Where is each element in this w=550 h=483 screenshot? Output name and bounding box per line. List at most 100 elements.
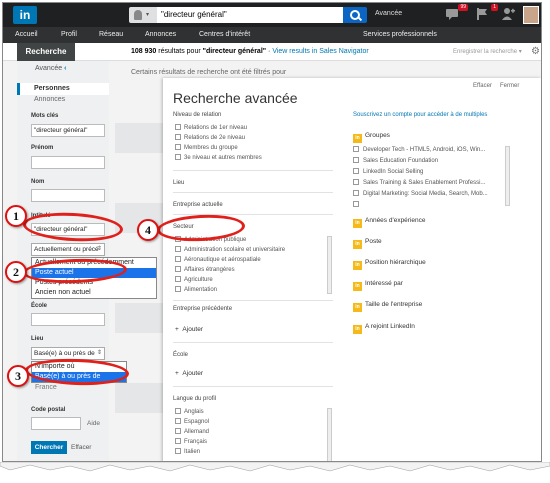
keywords-input[interactable]: "directeur général" xyxy=(31,124,105,137)
sector-checkbox[interactable]: Aéronautique et aérospatiale xyxy=(175,256,261,263)
language-checkbox[interactable]: Espagnol xyxy=(175,418,209,425)
chevron-down-icon: ⇕ xyxy=(96,350,102,356)
nav-centres-interet[interactable]: Centres d'intérêt xyxy=(199,31,250,38)
search-button[interactable] xyxy=(343,7,367,23)
groups-scrollbar[interactable] xyxy=(505,146,510,206)
relation-checkbox[interactable]: Membres du groupe xyxy=(175,144,238,151)
annotation-number-1: 1 xyxy=(5,205,27,227)
person-icon xyxy=(134,10,142,20)
save-search-link[interactable]: Enregistrer la recherche ▾ xyxy=(453,48,522,55)
group-checkbox[interactable]: Sales Education Foundation xyxy=(353,157,438,164)
lastname-label: Nom xyxy=(31,179,45,185)
advanced-search-link[interactable]: Avancée xyxy=(375,10,402,17)
nav-services-pro[interactable]: Services professionnels xyxy=(363,31,437,38)
premium-icon: in xyxy=(353,325,362,334)
premium-icon: in xyxy=(353,261,362,270)
premium-icon: in xyxy=(353,134,362,143)
nav-annonces[interactable]: Annonces xyxy=(145,31,176,38)
group-checkbox[interactable]: Developer Tech - HTML5, Android, iOS, Wi… xyxy=(353,146,485,153)
seniority-filter[interactable]: in Position hiérarchique xyxy=(353,259,426,270)
search-category-dropdown[interactable]: ▾ xyxy=(129,7,157,23)
add-past-company-button[interactable]: + Ajouter xyxy=(175,326,203,333)
school-input[interactable] xyxy=(31,313,105,326)
language-scrollbar[interactable] xyxy=(327,408,332,461)
nav-profil[interactable]: Profil xyxy=(61,31,77,38)
lastname-input[interactable] xyxy=(31,189,105,202)
advanced-search-modal: Effacer Fermer Recherche avancée Niveau … xyxy=(163,78,541,461)
group-checkbox[interactable]: Digital Marketing: Social Media, Search,… xyxy=(353,190,488,197)
language-checkbox[interactable]: Allemand xyxy=(175,428,209,435)
search-subheader: Recherche 108 930 résultats pour "direct… xyxy=(3,43,541,61)
joined-linkedin-filter[interactable]: in A rejoint LinkedIn xyxy=(353,323,415,334)
group-checkbox[interactable]: Sales Training & Sales Enablement Profes… xyxy=(353,179,485,186)
language-checkbox[interactable]: Français xyxy=(175,438,207,445)
group-checkbox[interactable]: LinkedIn Social Selling xyxy=(353,168,423,175)
help-link[interactable]: Aide xyxy=(87,420,100,427)
relation-checkbox[interactable]: Relations de 1er niveau xyxy=(175,124,247,131)
bg-result xyxy=(115,123,163,153)
nav-accueil[interactable]: Accueil xyxy=(15,31,38,38)
premium-upsell-link[interactable]: Souscrivez un compte pour accéder à de m… xyxy=(353,111,503,119)
sector-scrollbar[interactable] xyxy=(327,236,332,294)
search-input[interactable]: "directeur général" xyxy=(157,7,343,23)
add-connection-icon[interactable] xyxy=(501,7,519,23)
clear-filters-link[interactable]: Effacer xyxy=(71,444,91,451)
keywords-label: Mots clés xyxy=(31,113,59,119)
company-size-filter[interactable]: in Taille de l'entreprise xyxy=(353,301,422,312)
current-company-label: Entreprise actuelle xyxy=(173,202,223,208)
notifications-badge: 1 xyxy=(491,4,498,11)
profile-avatar[interactable] xyxy=(523,6,539,24)
sector-checkbox[interactable]: Alimentation xyxy=(175,286,217,293)
postcode-label: Code postal xyxy=(31,407,66,413)
filter-annonces[interactable]: Annonces xyxy=(34,96,65,103)
screenshot-frame: in ▾ "directeur général" Avancée 99 1 Ac… xyxy=(2,2,542,462)
annotation-number-4: 4 xyxy=(137,219,159,241)
filtered-note: Certains résultats de recherche ont été … xyxy=(131,69,287,76)
experience-filter[interactable]: in Années d'expérience xyxy=(353,217,426,228)
relation-label: Niveau de relation xyxy=(173,112,222,118)
results-query: "directeur général" xyxy=(202,48,267,55)
option-not-current[interactable]: Ancien non actuel xyxy=(32,288,156,298)
location-label: Lieu xyxy=(31,336,44,342)
add-school-button[interactable]: + Ajouter xyxy=(175,370,203,377)
tab-recherche[interactable]: Recherche xyxy=(17,43,75,61)
annotation-number-2: 2 xyxy=(5,261,27,283)
language-checkbox[interactable]: Anglais xyxy=(175,408,204,415)
results-count: 108 930 xyxy=(131,48,157,55)
interested-in-filter[interactable]: in Intéressé par xyxy=(353,280,403,291)
firstname-input[interactable] xyxy=(31,156,105,169)
divider xyxy=(173,386,333,387)
language-checkbox[interactable]: Italien xyxy=(175,448,200,455)
results-text: résultats pour xyxy=(158,48,201,55)
advanced-toggle[interactable]: Avancée ‹ xyxy=(35,65,66,72)
sector-checkbox[interactable]: Affaires étrangères xyxy=(175,266,235,273)
title-period-select[interactable]: Actuellement ou précé ⇕ xyxy=(31,243,105,256)
modal-clear-link[interactable]: Effacer xyxy=(473,83,492,89)
profile-language-label: Langue du profil xyxy=(173,396,217,402)
position-filter[interactable]: in Poste xyxy=(353,238,382,249)
messages-icon[interactable]: 99 xyxy=(445,4,468,23)
messages-badge: 99 xyxy=(458,4,468,11)
linkedin-logo[interactable]: in xyxy=(13,6,37,24)
flag-icon[interactable]: 1 xyxy=(475,4,498,23)
relation-checkbox[interactable]: 3e niveau et autres membres xyxy=(175,154,262,161)
search-submit-button[interactable]: Chercher xyxy=(31,441,67,454)
modal-close-link[interactable]: Fermer xyxy=(500,83,519,89)
modal-location-label: Lieu xyxy=(173,180,185,186)
postcode-input[interactable] xyxy=(31,417,81,430)
sector-checkbox[interactable]: Agriculture xyxy=(175,276,213,283)
top-bar: in ▾ "directeur général" Avancée 99 1 xyxy=(3,3,541,27)
relation-checkbox[interactable]: Relations de 2e niveau xyxy=(175,134,245,141)
bg-result xyxy=(115,303,163,333)
premium-icon: in xyxy=(353,303,362,312)
group-checkbox[interactable] xyxy=(353,201,363,208)
nav-reseau[interactable]: Réseau xyxy=(99,31,123,38)
sector-checkbox[interactable]: Administration scolaire et universitaire xyxy=(175,246,285,253)
firstname-label: Prénom xyxy=(31,145,54,151)
sales-navigator-link[interactable]: View results in Sales Navigator xyxy=(272,48,368,55)
filter-people[interactable]: Personnes xyxy=(17,83,109,95)
groups-filter[interactable]: in Groupes xyxy=(353,132,390,143)
gear-icon[interactable]: ⚙ xyxy=(531,46,540,57)
modal-title: Recherche avancée xyxy=(173,90,298,106)
divider xyxy=(173,192,333,193)
